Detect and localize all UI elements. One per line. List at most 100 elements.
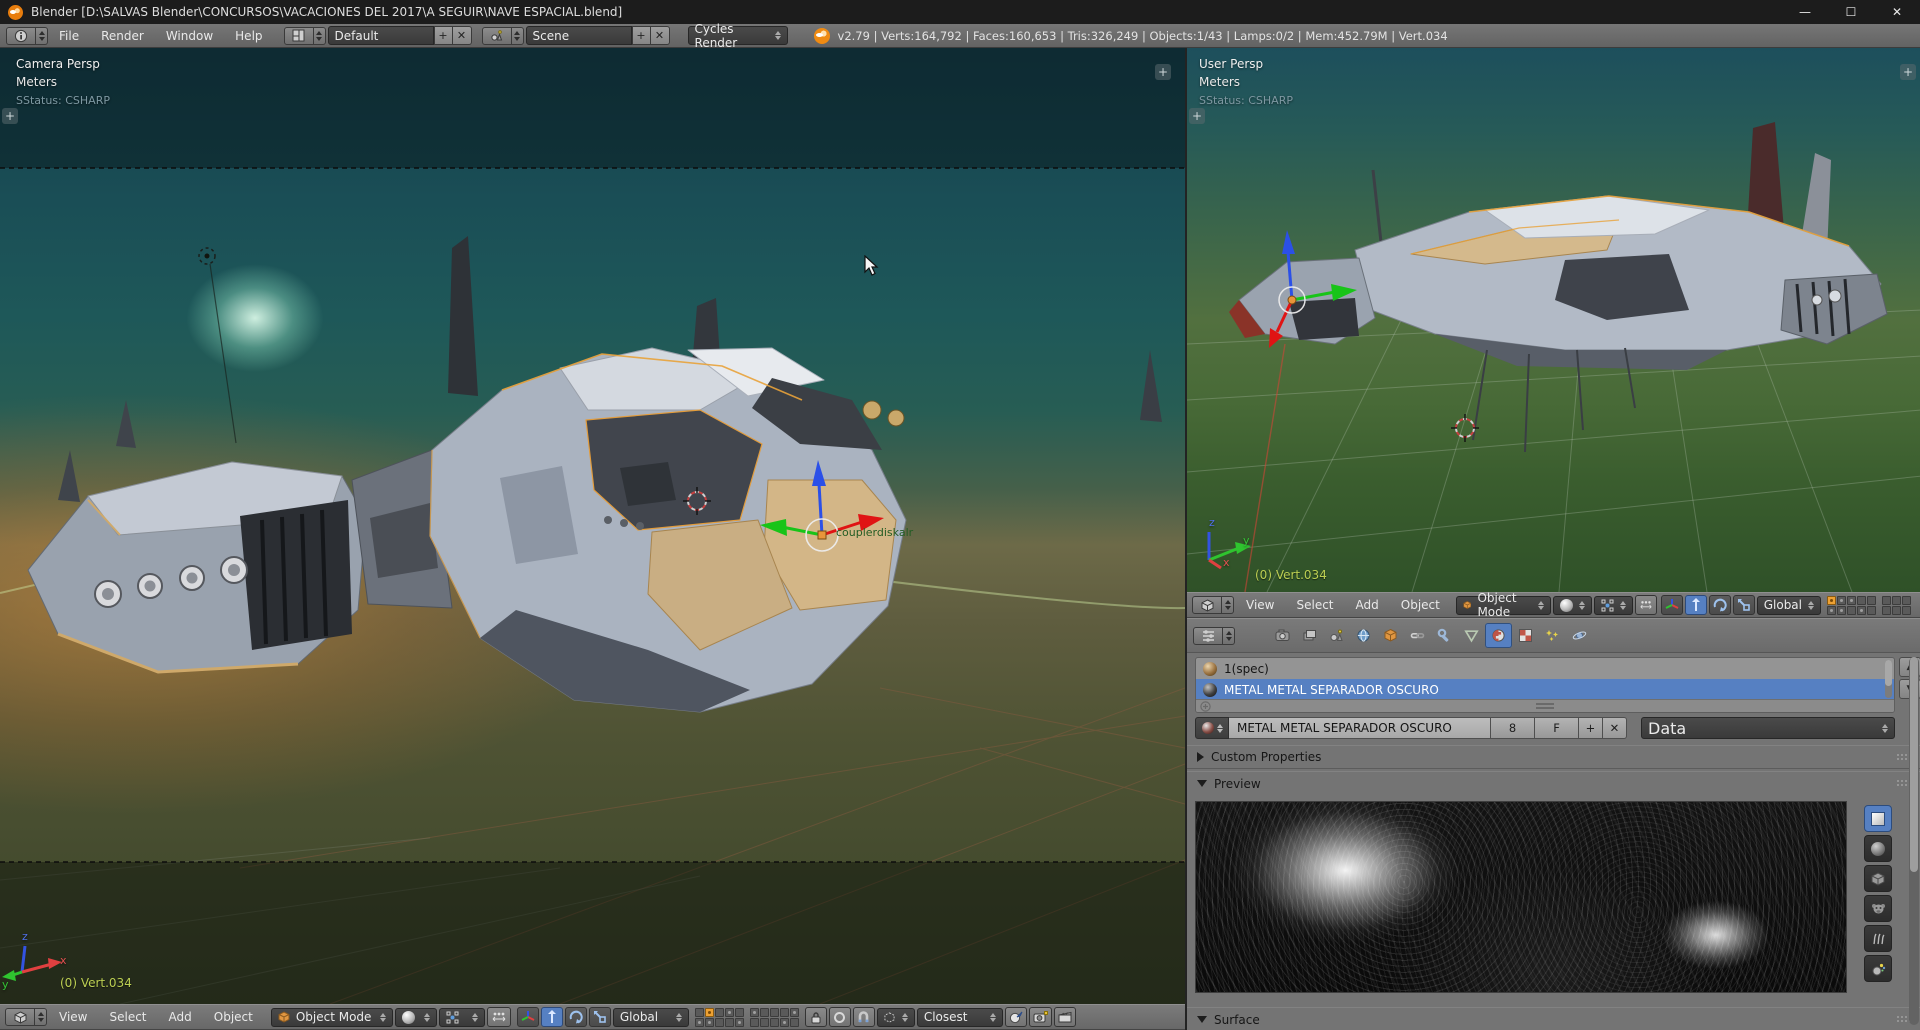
- editor-type-3dview-button-right[interactable]: [1192, 596, 1222, 614]
- surface-panel-header[interactable]: Surface: [1187, 1007, 1920, 1030]
- toolshelf-region-expand-icon-right[interactable]: +: [1189, 108, 1205, 124]
- layer-cell[interactable]: [1857, 605, 1866, 615]
- layer-cell[interactable]: [1882, 595, 1891, 605]
- slot-add-icon[interactable]: [1200, 700, 1211, 712]
- properties-region-expand-icon-right[interactable]: +: [1900, 64, 1916, 80]
- preview-sphere-button[interactable]: [1864, 835, 1892, 862]
- viewport-shading-select-left[interactable]: [394, 1007, 437, 1027]
- scene-icon-button[interactable]: [481, 26, 512, 45]
- screen-layout-icon-button[interactable]: [283, 26, 314, 45]
- material-link-select[interactable]: Data: [1641, 717, 1895, 739]
- layer-cell[interactable]: [704, 1017, 714, 1027]
- list-resize-grip[interactable]: [1536, 703, 1554, 709]
- layer-cell[interactable]: [1892, 605, 1901, 615]
- add-layout-button[interactable]: +: [433, 26, 453, 45]
- menu-help[interactable]: Help: [224, 29, 273, 43]
- screen-layout-select[interactable]: Default: [327, 26, 434, 45]
- manipulator-toggle-button-right[interactable]: [1660, 595, 1683, 615]
- minimize-button[interactable]: —: [1782, 0, 1828, 24]
- transform-orientation-select-left[interactable]: Global: [612, 1007, 689, 1027]
- add-scene-button[interactable]: +: [631, 26, 651, 45]
- tab-render[interactable]: [1269, 623, 1296, 648]
- tab-particles[interactable]: [1539, 623, 1566, 648]
- manipulator-toggle-button-left[interactable]: [516, 1007, 539, 1027]
- snap-target-select[interactable]: Closest: [916, 1007, 1003, 1027]
- layer-cell-active[interactable]: [704, 1007, 714, 1017]
- translate-manipulator-button-right[interactable]: [1684, 595, 1707, 615]
- editor-type-arrows[interactable]: [36, 26, 48, 45]
- tab-material[interactable]: [1485, 623, 1512, 648]
- menu-object-right[interactable]: Object: [1391, 598, 1450, 612]
- layer-cell[interactable]: [714, 1017, 724, 1027]
- layer-cell[interactable]: [779, 1007, 789, 1017]
- new-material-button[interactable]: +: [1579, 717, 1603, 739]
- layer-cell[interactable]: [759, 1017, 769, 1027]
- editor-type-arrows-properties[interactable]: [1223, 626, 1235, 645]
- editor-type-properties-button[interactable]: [1193, 626, 1223, 645]
- manipulate-center-points-button[interactable]: [486, 1007, 511, 1027]
- snap-element-select[interactable]: [876, 1007, 915, 1027]
- slot-list-scrollbar[interactable]: [1885, 660, 1892, 698]
- scene-select[interactable]: Scene: [525, 26, 632, 45]
- tab-render-layers[interactable]: [1296, 623, 1323, 648]
- menu-select-left[interactable]: Select: [99, 1010, 156, 1024]
- layer-cell[interactable]: [769, 1007, 779, 1017]
- editor-type-3dview-button-left[interactable]: [5, 1008, 35, 1026]
- layer-cell[interactable]: [1902, 605, 1911, 615]
- mode-select-left[interactable]: Object Mode: [270, 1007, 393, 1027]
- tab-modifiers[interactable]: [1431, 623, 1458, 648]
- tab-constraints[interactable]: [1404, 623, 1431, 648]
- menu-add-right[interactable]: Add: [1346, 598, 1389, 612]
- layer-cell[interactable]: [734, 1007, 744, 1017]
- menu-file[interactable]: File: [48, 29, 90, 43]
- pivot-point-select-left[interactable]: [438, 1007, 485, 1027]
- transform-orientation-select-right[interactable]: Global: [1756, 595, 1821, 615]
- lamp-object[interactable]: [198, 247, 237, 444]
- browse-material-button[interactable]: [1195, 717, 1229, 739]
- layer-cell[interactable]: [789, 1017, 799, 1027]
- layer-cell[interactable]: [1827, 605, 1836, 615]
- lock-to-scene-button[interactable]: [804, 1007, 827, 1027]
- menu-object-left[interactable]: Object: [204, 1010, 263, 1024]
- layer-cell[interactable]: [1837, 595, 1846, 605]
- layers-widget-right[interactable]: [1827, 595, 1911, 615]
- editor-type-arrows-left[interactable]: [35, 1008, 47, 1026]
- viewport-shading-select-right[interactable]: [1552, 595, 1592, 615]
- layer-cell[interactable]: [779, 1017, 789, 1027]
- fake-user-button[interactable]: F: [1535, 717, 1579, 739]
- layer-cell[interactable]: [1882, 605, 1891, 615]
- layer-cell[interactable]: [749, 1007, 759, 1017]
- pivot-point-select-right[interactable]: [1593, 595, 1633, 615]
- menu-view-right[interactable]: View: [1236, 598, 1284, 612]
- material-name-field[interactable]: METAL METAL SEPARADOR OSCURO: [1229, 717, 1491, 739]
- layer-cell[interactable]: [1867, 605, 1876, 615]
- preview-hair-button[interactable]: [1864, 925, 1892, 952]
- 3d-viewport-left[interactable]: z x y Camera Persp Meters SStatus: CSHAR…: [0, 48, 1185, 1004]
- material-slot-row-selected[interactable]: METAL METAL SEPARADOR OSCURO: [1196, 679, 1894, 700]
- toolshelf-region-expand-icon[interactable]: +: [2, 108, 18, 124]
- preview-panel-header[interactable]: Preview: [1187, 771, 1920, 795]
- spaceship-model-left[interactable]: [27, 236, 1162, 713]
- scale-manipulator-button-right[interactable]: [1732, 595, 1755, 615]
- layer-cell[interactable]: [734, 1017, 744, 1027]
- custom-properties-panel-header[interactable]: Custom Properties: [1187, 745, 1920, 769]
- layer-cell[interactable]: [789, 1007, 799, 1017]
- menu-view-left[interactable]: View: [49, 1010, 97, 1024]
- menu-select-right[interactable]: Select: [1286, 598, 1343, 612]
- layer-cell[interactable]: [769, 1017, 779, 1027]
- tab-physics[interactable]: [1566, 623, 1593, 648]
- layer-cell[interactable]: [1867, 595, 1876, 605]
- layer-cell[interactable]: [759, 1007, 769, 1017]
- properties-scrollbar[interactable]: [1909, 657, 1919, 1025]
- maximize-button[interactable]: ☐: [1828, 0, 1874, 24]
- layer-cell[interactable]: [694, 1017, 704, 1027]
- manipulate-center-points-button-right[interactable]: [1634, 595, 1657, 615]
- close-button[interactable]: ✕: [1874, 0, 1920, 24]
- opengl-render-image-button[interactable]: [1028, 1007, 1052, 1027]
- delete-scene-button[interactable]: ✕: [650, 26, 670, 45]
- layer-cell[interactable]: [749, 1017, 759, 1027]
- 3d-viewport-right[interactable]: z y x User Persp Meters SStatus: CSHARP …: [1187, 48, 1920, 592]
- rotate-manipulator-button-right[interactable]: [1708, 595, 1731, 615]
- spaceship-model-right[interactable]: [1229, 122, 1888, 453]
- proportional-edit-button[interactable]: [828, 1007, 851, 1027]
